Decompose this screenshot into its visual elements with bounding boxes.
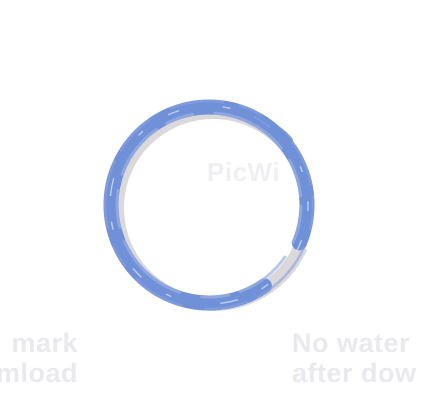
watermark-bottom-right: No water after dow (292, 328, 422, 388)
watermark-center: PicWi (207, 157, 281, 187)
brush-circle-texture (115, 111, 303, 299)
watermark-bottom-left: mark mload (0, 328, 78, 388)
image-canvas: PicWi mark mload No water after dow (0, 0, 422, 402)
watermark-bottom-left-line-1: mark (11, 328, 78, 358)
watermark-bottom-right-line-1: No water (292, 328, 411, 358)
watermark-bottom-right-line-2: after dow (292, 358, 417, 388)
watermark-bottom-left-line-2: mload (0, 358, 78, 388)
